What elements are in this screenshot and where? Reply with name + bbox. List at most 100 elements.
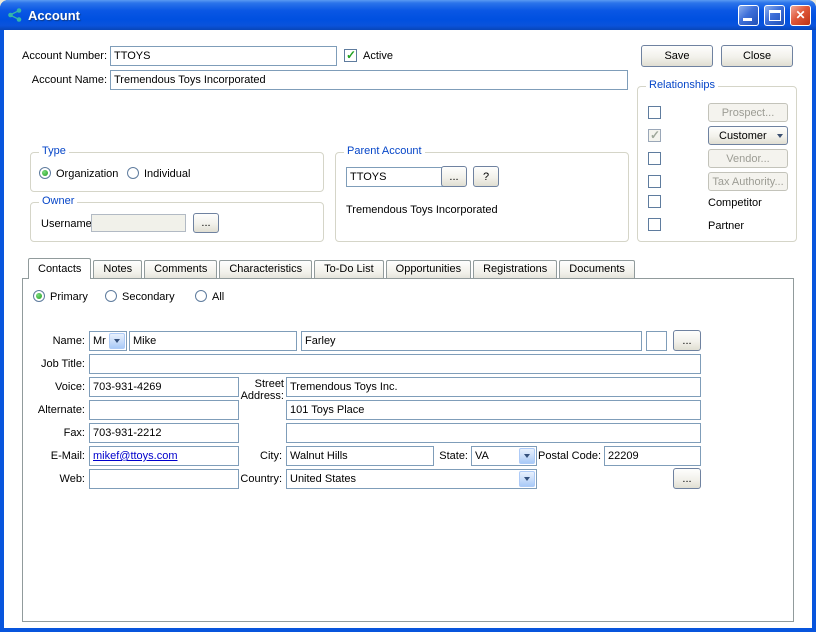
owner-group: Owner Username: ... [30, 202, 324, 242]
competitor-label: Competitor [708, 197, 762, 209]
save-button[interactable]: Save [641, 45, 713, 67]
partner-label: Partner [708, 220, 744, 232]
all-radio[interactable] [195, 290, 207, 302]
account-window: Account ✕ Account Number: Active Save Cl… [0, 0, 816, 632]
city-label: City: [238, 450, 282, 462]
relationships-group: Relationships Prospect... Customer Vendo… [637, 86, 797, 242]
tab-documents[interactable]: Documents [559, 260, 635, 278]
competitor-checkbox[interactable] [648, 195, 661, 208]
parent-account-browse-button[interactable]: ... [441, 166, 467, 187]
tax-authority-checkbox[interactable] [648, 175, 661, 188]
chevron-down-icon [114, 339, 120, 343]
all-label: All [212, 291, 224, 303]
last-name-input[interactable] [301, 331, 642, 351]
type-group: Type Organization Individual [30, 152, 324, 192]
close-icon: ✕ [795, 9, 805, 21]
vendor-checkbox[interactable] [648, 152, 661, 165]
minimize-button[interactable] [738, 5, 759, 26]
username-label: Username: [41, 218, 95, 230]
honorific-select[interactable]: Mr [89, 331, 127, 351]
account-name-input[interactable] [110, 70, 628, 90]
tabbar: Contacts Notes Comments Characteristics … [28, 257, 637, 278]
primary-label: Primary [50, 291, 88, 303]
individual-radio[interactable] [127, 167, 139, 179]
address-line2-input[interactable] [286, 400, 701, 420]
customer-button[interactable]: Customer [708, 126, 788, 145]
suffix-input[interactable] [646, 331, 667, 351]
tab-characteristics[interactable]: Characteristics [219, 260, 312, 278]
postal-code-input[interactable] [604, 446, 701, 466]
vendor-button: Vendor... [708, 149, 788, 168]
email-link[interactable]: mikef@ttoys.com [93, 450, 178, 462]
voice-input[interactable] [89, 377, 239, 397]
tab-notes[interactable]: Notes [93, 260, 142, 278]
tab-opportunities[interactable]: Opportunities [386, 260, 471, 278]
parent-account-title: Parent Account [344, 145, 425, 157]
type-title: Type [39, 145, 69, 157]
parent-account-help-button[interactable]: ? [473, 166, 499, 187]
tab-todo-list[interactable]: To-Do List [314, 260, 384, 278]
tab-comments[interactable]: Comments [144, 260, 217, 278]
window-title: Account [28, 8, 733, 23]
alternate-label: Alternate: [23, 404, 85, 416]
tab-contacts[interactable]: Contacts [28, 258, 91, 279]
active-label: Active [363, 50, 393, 62]
country-select[interactable]: United States [286, 469, 537, 489]
maximize-button[interactable] [764, 5, 785, 26]
country-value: United States [287, 473, 518, 485]
primary-radio[interactable] [33, 290, 45, 302]
app-icon [7, 7, 23, 23]
country-label: Country: [233, 473, 282, 485]
combo-button [519, 471, 535, 487]
job-title-label: Job Title: [23, 358, 85, 370]
email-label: E-Mail: [23, 450, 85, 462]
tab-registrations[interactable]: Registrations [473, 260, 557, 278]
organization-label: Organization [56, 168, 118, 180]
name-label: Name: [23, 335, 85, 347]
first-name-input[interactable] [129, 331, 297, 351]
individual-label: Individual [144, 168, 190, 180]
secondary-radio[interactable] [105, 290, 117, 302]
chevron-down-icon [524, 477, 530, 481]
window-content: Account Number: Active Save Close Accoun… [4, 30, 812, 628]
combo-button [109, 333, 125, 349]
postal-code-label: Postal Code: [535, 450, 601, 462]
minimize-icon [743, 18, 752, 21]
address-browse-button[interactable]: ... [673, 468, 701, 489]
address-line3-input[interactable] [286, 423, 701, 443]
account-number-label: Account Number: [14, 50, 107, 62]
tax-authority-button: Tax Authority... [708, 172, 788, 191]
partner-checkbox[interactable] [648, 218, 661, 231]
street-address-label: Street Address: [218, 378, 284, 402]
window-close-button[interactable]: ✕ [790, 5, 811, 26]
secondary-label: Secondary [122, 291, 175, 303]
state-select[interactable]: VA [471, 446, 537, 466]
account-name-label: Account Name: [14, 74, 107, 86]
relationships-title: Relationships [646, 79, 718, 91]
parent-account-name: Tremendous Toys Incorporated [346, 204, 498, 216]
owner-browse-button[interactable]: ... [193, 213, 219, 233]
web-input[interactable] [89, 469, 239, 489]
chevron-down-icon [524, 454, 530, 458]
prospect-button: Prospect... [708, 103, 788, 122]
fax-label: Fax: [23, 427, 85, 439]
close-action-button[interactable]: Close [721, 45, 793, 67]
contacts-panel: Primary Secondary All Name: Mr ... Job T… [22, 278, 794, 622]
owner-title: Owner [39, 195, 77, 207]
state-value: VA [472, 450, 518, 462]
email-input[interactable]: mikef@ttoys.com [89, 446, 239, 466]
job-title-input[interactable] [89, 354, 701, 374]
voice-label: Voice: [23, 381, 85, 393]
city-input[interactable] [286, 446, 434, 466]
parent-account-input[interactable] [346, 167, 446, 187]
fax-input[interactable] [89, 423, 239, 443]
account-number-input[interactable] [110, 46, 337, 66]
parent-account-group: Parent Account ... ? Tremendous Toys Inc… [335, 152, 629, 242]
prospect-checkbox[interactable] [648, 106, 661, 119]
street-address-label-line2: Address: [241, 390, 284, 402]
address-line1-input[interactable] [286, 377, 701, 397]
active-checkbox[interactable] [344, 49, 357, 62]
alternate-input[interactable] [89, 400, 239, 420]
contact-browse-button[interactable]: ... [673, 330, 701, 351]
organization-radio[interactable] [39, 167, 51, 179]
